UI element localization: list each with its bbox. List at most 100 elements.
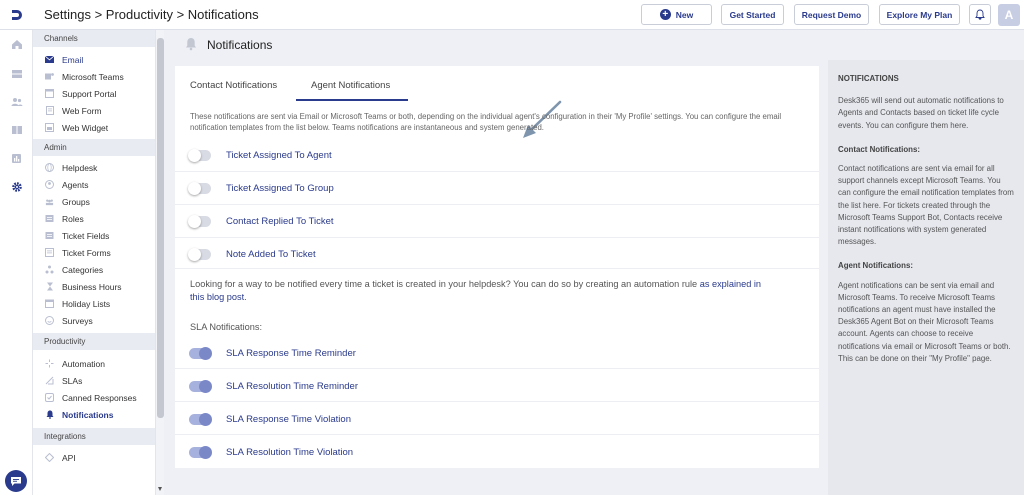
request-demo-button[interactable]: Request Demo	[794, 4, 869, 25]
automation-icon	[45, 359, 54, 368]
page-title: Notifications	[207, 38, 273, 52]
bell-icon	[45, 410, 54, 419]
help-text-end: .	[244, 292, 247, 302]
sidebar-item-roles[interactable]: Roles	[33, 210, 155, 227]
avatar[interactable]: A	[998, 4, 1020, 26]
sidebar-item-groups[interactable]: Groups	[33, 193, 155, 210]
envelope-icon	[45, 55, 54, 64]
widget-icon	[45, 123, 54, 132]
sidebar-item-automation[interactable]: Automation	[33, 355, 155, 372]
get-started-button[interactable]: Get Started	[721, 4, 784, 25]
sidebar-item-email[interactable]: Email	[33, 51, 155, 68]
sidebar-item-label: Categories	[62, 264, 104, 275]
sla-notification-link[interactable]: SLA Response Time Reminder	[226, 348, 356, 359]
sidebar-item-label: Web Widget	[62, 122, 109, 133]
sidebar-item-helpdesk[interactable]: Helpdesk	[33, 159, 155, 176]
sidebar-item-label: Surveys	[62, 315, 93, 326]
sidebar-item-microsoft-teams[interactable]: Microsoft Teams	[33, 68, 155, 85]
help-panel-intro: Desk365 will send out automatic notifica…	[838, 96, 1004, 130]
tab-agent-notifications[interactable]: Agent Notifications	[311, 80, 390, 91]
sla-notification-link[interactable]: SLA Response Time Violation	[226, 414, 351, 425]
sidebar-item-notifications[interactable]: Notifications	[33, 406, 155, 423]
tab-contact-notifications[interactable]: Contact Notifications	[190, 80, 277, 91]
groups-icon	[45, 197, 54, 206]
sidebar-item-label: Ticket Forms	[62, 247, 111, 258]
sla-notification-link[interactable]: SLA Resolution Time Reminder	[226, 381, 358, 392]
sidebar-item-label: Automation	[62, 358, 105, 369]
home-icon[interactable]	[10, 38, 23, 50]
sidebar-item-slas[interactable]: SLAs	[33, 372, 155, 389]
sla-notification-row: SLA Response Time Reminder	[189, 346, 356, 360]
notification-toggle[interactable]	[188, 247, 211, 261]
sla-toggle[interactable]	[189, 379, 212, 393]
sidebar-item-api[interactable]: API	[33, 449, 155, 466]
notification-toggle[interactable]	[188, 214, 211, 228]
sidebar-item-ticket-forms[interactable]: Ticket Forms	[33, 244, 155, 261]
explore-my-plan-button[interactable]: Explore My Plan	[879, 4, 960, 25]
sidebar-item-holiday-lists[interactable]: Holiday Lists	[33, 295, 155, 312]
sidebar-item-web-widget[interactable]: Web Widget	[33, 119, 155, 136]
sla-toggle[interactable]	[189, 346, 212, 360]
sidebar-item-label: Web Form	[62, 105, 102, 116]
reports-icon[interactable]	[10, 152, 23, 164]
knowledge-base-icon[interactable]	[10, 124, 23, 136]
sla-notifications-heading: SLA Notifications:	[190, 322, 263, 332]
sidebar-item-categories[interactable]: Categories	[33, 261, 155, 278]
forms-icon	[45, 248, 54, 257]
sidebar-item-agents[interactable]: Agents	[33, 176, 155, 193]
notification-link[interactable]: Note Added To Ticket	[226, 249, 316, 260]
categories-icon	[45, 265, 54, 274]
sidebar-item-label: Canned Responses	[62, 392, 137, 403]
sidebar-item-label: API	[62, 452, 76, 463]
tickets-icon[interactable]	[10, 68, 23, 80]
sidebar-item-label: Support Portal	[62, 88, 117, 99]
form-icon	[45, 106, 54, 115]
sidebar-item-canned-responses[interactable]: Canned Responses	[33, 389, 155, 406]
sla-toggle[interactable]	[189, 412, 212, 426]
notification-toggle[interactable]	[188, 181, 211, 195]
notification-link[interactable]: Ticket Assigned To Agent	[226, 150, 332, 161]
chat-support-icon[interactable]	[5, 470, 27, 492]
notification-link[interactable]: Ticket Assigned To Group	[226, 183, 334, 194]
notification-row: Contact Replied To Ticket	[188, 214, 334, 228]
new-button[interactable]: + New	[641, 4, 712, 25]
sla-toggle[interactable]	[189, 445, 212, 459]
sidebar-item-support-portal[interactable]: Support Portal	[33, 85, 155, 102]
sidebar-item-business-hours[interactable]: Business Hours	[33, 278, 155, 295]
help-panel-heading: NOTIFICATIONS	[838, 74, 899, 83]
sidebar-item-label: Business Hours	[62, 281, 122, 292]
help-text: Looking for a way to be notified every t…	[190, 279, 698, 289]
sidebar-scrollbar[interactable]	[155, 30, 164, 495]
divider	[175, 204, 819, 205]
sidebar-item-web-form[interactable]: Web Form	[33, 102, 155, 119]
help-panel-contact-text: Contact notifications are sent via email…	[838, 164, 1014, 247]
contacts-icon[interactable]	[10, 96, 23, 108]
scrollbar-thumb[interactable]	[157, 38, 164, 418]
notification-link[interactable]: Contact Replied To Ticket	[226, 216, 334, 227]
globe-icon	[45, 163, 54, 172]
sidebar-item-label: Notifications	[62, 409, 114, 420]
sla-notification-link[interactable]: SLA Resolution Time Violation	[226, 447, 353, 458]
sidebar-item-label: Ticket Fields	[62, 230, 110, 241]
sidebar-item-surveys[interactable]: Surveys	[33, 312, 155, 329]
divider	[175, 368, 819, 369]
notification-row: Ticket Assigned To Group	[188, 181, 334, 195]
settings-gear-icon[interactable]	[10, 181, 23, 193]
notification-toggle[interactable]	[188, 148, 211, 162]
desk365-logo-icon[interactable]	[0, 0, 33, 30]
notifications-bell-button[interactable]	[969, 4, 991, 25]
api-icon	[45, 453, 54, 462]
sla-icon	[45, 376, 54, 385]
sidebar-item-label: Roles	[62, 213, 84, 224]
divider	[175, 171, 819, 172]
notification-row: Note Added To Ticket	[188, 247, 316, 261]
canned-icon	[45, 393, 54, 402]
smiley-icon	[45, 316, 54, 325]
sidebar-heading-channels: Channels	[33, 30, 155, 47]
notification-tabs: Contact Notifications Agent Notification…	[175, 66, 819, 101]
scroll-down-arrow-icon[interactable]	[158, 487, 162, 491]
sla-notification-row: SLA Resolution Time Violation	[189, 445, 353, 459]
sidebar-item-label: Microsoft Teams	[62, 71, 124, 82]
sidebar-item-ticket-fields[interactable]: Ticket Fields	[33, 227, 155, 244]
hourglass-icon	[45, 282, 54, 291]
